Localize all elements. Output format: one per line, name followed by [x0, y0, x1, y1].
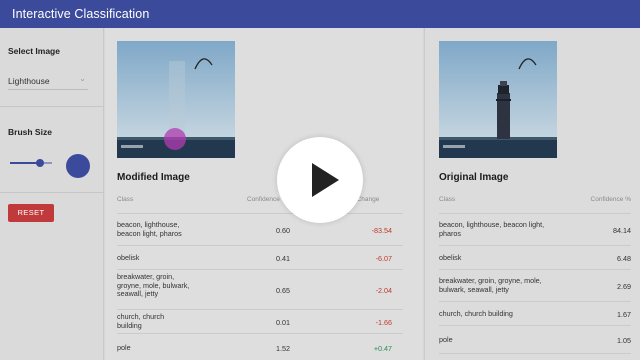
sidebar-divider — [0, 192, 104, 193]
class-cell: beacon, lighthouse, beacon light, pharos — [117, 220, 182, 238]
change-cell: -2.04 — [375, 286, 392, 295]
table-row: church, church building 0.01 -1.66 — [117, 310, 403, 334]
confidence-cell: 0.41 — [276, 254, 290, 263]
original-image-title: Original Image — [439, 172, 509, 183]
table-row: obelisk 0.41 -6.07 — [117, 246, 403, 270]
change-cell: -6.07 — [375, 254, 392, 263]
table-row: breakwater, groin, groyne, mole, bulwark… — [439, 270, 631, 302]
select-image-heading: Select Image — [8, 46, 60, 56]
class-cell: breakwater, groin, groyne, mole, bulwark… — [117, 272, 190, 299]
sidebar-divider — [0, 106, 104, 107]
class-cell: obelisk — [439, 253, 462, 262]
class-cell: beacon, lighthouse, beacon light, pharos — [439, 220, 545, 238]
play-icon — [312, 163, 339, 197]
app-title: Interactive Classification — [12, 7, 150, 21]
image-select[interactable]: Lighthouse ⌄ — [8, 72, 88, 90]
confidence-cell: 0.65 — [276, 286, 290, 295]
original-image — [439, 41, 557, 158]
table-row: beacon, lighthouse, beacon light, pharos… — [117, 214, 403, 246]
original-image-panel: Original Image Class Confidence % beacon… — [424, 28, 640, 360]
confidence-cell: 1.67 — [617, 310, 631, 319]
chevron-down-icon: ⌄ — [79, 74, 86, 83]
modified-image-title: Modified Image — [117, 172, 190, 183]
class-cell: breakwater, groin, groyne, mole, bulwark… — [439, 276, 542, 294]
play-button[interactable] — [277, 137, 363, 223]
confidence-cell: 1.52 — [276, 344, 290, 353]
table-row: breakwater, groin, groyne, mole, bulwark… — [117, 270, 403, 310]
table-header: Class Confidence % % Change — [117, 194, 403, 214]
sidebar: Select Image Lighthouse ⌄ Brush Size RES… — [0, 28, 104, 360]
table-row: pole 1.52 +0.47 — [117, 334, 403, 360]
brush-size-heading: Brush Size — [8, 127, 52, 137]
slider-thumb[interactable] — [36, 159, 45, 167]
brush-size-slider[interactable] — [10, 158, 52, 168]
class-cell: church, church building — [439, 309, 513, 318]
reset-button[interactable]: RESET — [8, 204, 54, 222]
confidence-cell: 0.01 — [276, 318, 290, 327]
change-cell: -1.66 — [375, 318, 392, 327]
table-row: pole 1.05 — [439, 326, 631, 354]
original-results-table: Class Confidence % beacon, lighthouse, b… — [439, 194, 631, 354]
class-cell: obelisk — [117, 253, 140, 262]
confidence-cell: 6.48 — [617, 254, 631, 263]
confidence-cell: 0.60 — [276, 226, 290, 235]
change-cell: +0.47 — [373, 344, 392, 353]
brush-preview — [66, 154, 90, 178]
table-header: Class Confidence % — [439, 194, 631, 214]
confidence-cell: 1.05 — [617, 336, 631, 345]
column-header-class: Class — [439, 196, 456, 203]
class-cell: church, church building — [117, 312, 165, 330]
app-bar: Interactive Classification — [0, 0, 640, 28]
confidence-cell: 84.14 — [613, 226, 631, 235]
column-header-class: Class — [117, 196, 134, 203]
class-cell: pole — [439, 335, 453, 344]
column-header-confidence: Confidence % — [590, 196, 631, 203]
table-row: church, church building 1.67 — [439, 302, 631, 326]
modified-results-table: Class Confidence % % Change beacon, ligh… — [117, 194, 403, 360]
modified-image-panel: Modified Image Class Confidence % % Chan… — [105, 28, 423, 360]
modified-image-canvas[interactable] — [117, 41, 235, 158]
image-select-value: Lighthouse — [8, 76, 50, 86]
table-row: beacon, lighthouse, beacon light, pharos… — [439, 214, 631, 246]
change-cell: -83.54 — [371, 226, 392, 235]
confidence-cell: 2.69 — [617, 282, 631, 291]
table-row: obelisk 6.48 — [439, 246, 631, 270]
class-cell: pole — [117, 343, 131, 352]
